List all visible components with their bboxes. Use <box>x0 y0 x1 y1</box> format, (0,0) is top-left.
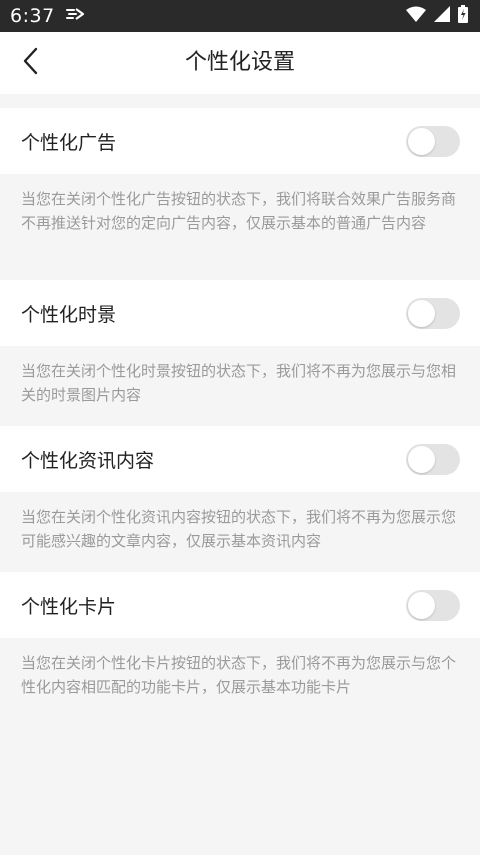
setting-row-personalized-scenes: 个性化时景 <box>0 280 480 346</box>
page-title: 个性化设置 <box>184 50 295 75</box>
navigation-bar: 个性化设置 <box>0 32 480 94</box>
setting-row-personalized-cards: 个性化卡片 <box>0 572 480 638</box>
notification-icon <box>65 6 87 26</box>
back-button[interactable] <box>8 40 54 86</box>
setting-description: 当您在关闭个性化时景按钮的状态下，我们将不再为您展示与您相关的时景图片内容 <box>0 346 480 426</box>
toggle-knob <box>408 445 435 473</box>
personalized-cards-toggle[interactable] <box>406 589 460 621</box>
setting-description: 当您在关闭个性化资讯内容按钮的状态下，我们将不再为您展示您可能感兴趣的文章内容，… <box>0 492 480 572</box>
toggle-knob <box>408 299 435 327</box>
setting-label: 个性化时景 <box>21 303 117 326</box>
settings-list: 个性化广告 当您在关闭个性化广告按钮的状态下，我们将联合效果广告服务商不再推送针… <box>0 108 480 718</box>
wifi-icon <box>406 6 426 26</box>
setting-row-personalized-ads: 个性化广告 <box>0 108 480 174</box>
chevron-left-icon <box>21 46 41 80</box>
setting-label: 个性化广告 <box>21 131 117 154</box>
battery-icon <box>458 5 468 27</box>
setting-label: 个性化卡片 <box>21 595 117 618</box>
personalized-news-toggle[interactable] <box>406 443 460 475</box>
setting-row-personalized-news: 个性化资讯内容 <box>0 426 480 492</box>
personalized-ads-toggle[interactable] <box>406 125 460 157</box>
setting-label: 个性化资讯内容 <box>21 449 155 472</box>
toggle-knob <box>408 127 435 155</box>
status-time: 6:37 <box>10 5 55 27</box>
status-left: 6:37 <box>10 5 87 27</box>
setting-description: 当您在关闭个性化卡片按钮的状态下，我们将不再为您展示与您个性化内容相匹配的功能卡… <box>0 638 480 718</box>
status-bar: 6:37 <box>0 0 480 32</box>
setting-description: 当您在关闭个性化广告按钮的状态下，我们将联合效果广告服务商不再推送针对您的定向广… <box>0 174 480 280</box>
status-right <box>406 5 468 27</box>
toggle-knob <box>408 591 435 619</box>
personalized-scenes-toggle[interactable] <box>406 297 460 329</box>
signal-icon <box>434 6 450 26</box>
